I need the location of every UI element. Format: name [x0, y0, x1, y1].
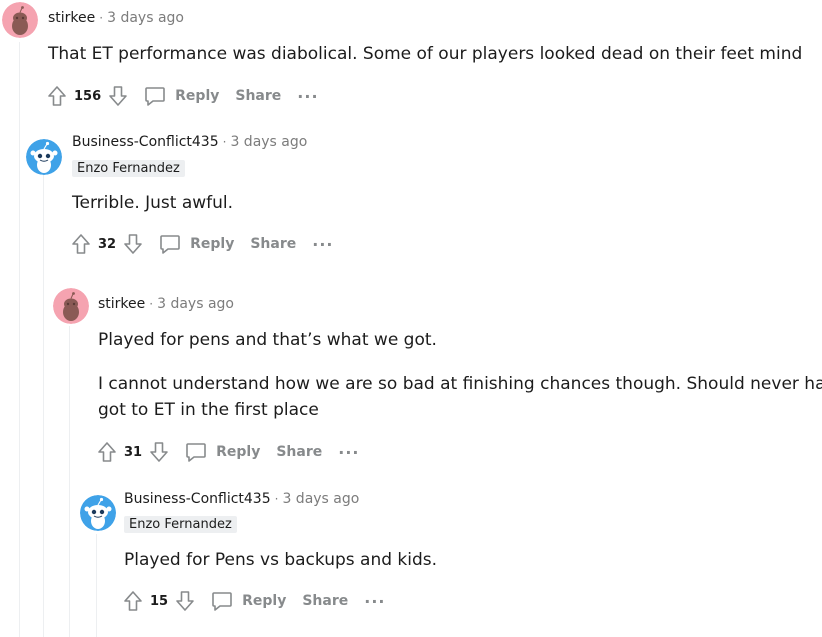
- thread-line-level-3[interactable]: [69, 326, 70, 637]
- separator-dot: ·: [222, 135, 227, 149]
- comment-paragraph: Played for Pens vs backups and kids.: [124, 550, 438, 570]
- ellipsis-icon[interactable]: ···: [364, 592, 385, 611]
- upvote-arrow-icon[interactable]: [46, 84, 68, 108]
- downvote-arrow-icon[interactable]: [148, 440, 170, 464]
- author-name[interactable]: stirkee: [98, 296, 145, 312]
- speech-bubble-icon[interactable]: [184, 440, 208, 464]
- snoo-avatar-icon: [80, 495, 116, 531]
- comment-meta: Business-Conflict435 · 3 days ago: [124, 491, 359, 507]
- ellipsis-icon[interactable]: ···: [312, 235, 333, 254]
- vote-count: 15: [150, 593, 169, 609]
- share-button[interactable]: Share: [250, 236, 296, 252]
- comment-meta: Business-Conflict435 · 3 days ago: [72, 134, 307, 150]
- reply-button[interactable]: Reply: [175, 88, 219, 104]
- comment-paragraph: Played for pens and that’s what we got.: [98, 330, 437, 350]
- comment-paragraph: got to ET in the first place: [98, 400, 319, 420]
- thread-line-level-2[interactable]: [43, 170, 44, 637]
- comment-actions: 15 Reply Share ···: [122, 587, 385, 615]
- share-button[interactable]: Share: [276, 444, 322, 460]
- downvote-arrow-icon[interactable]: [174, 589, 196, 613]
- share-button[interactable]: Share: [302, 593, 348, 609]
- comment-meta: stirkee · 3 days ago: [48, 10, 184, 26]
- comment-body: Played for pens and that’s what we got. …: [98, 327, 822, 423]
- separator-dot: ·: [274, 492, 279, 506]
- avatar[interactable]: [80, 495, 116, 531]
- ellipsis-icon[interactable]: ···: [338, 443, 359, 462]
- snoo-avatar-icon: [2, 2, 38, 38]
- comment-body: That ET performance was diabolical. Some…: [48, 41, 802, 67]
- share-button[interactable]: Share: [235, 88, 281, 104]
- comment-actions: 32 Reply Share ···: [70, 230, 333, 258]
- comment-paragraph: That ET performance was diabolical. Some…: [48, 44, 803, 64]
- author-name[interactable]: Business-Conflict435: [72, 134, 219, 150]
- avatar[interactable]: [26, 139, 62, 175]
- downvote-arrow-icon[interactable]: [107, 84, 129, 108]
- user-flair: Enzo Fernandez: [72, 160, 185, 177]
- vote-count: 32: [98, 236, 117, 252]
- timestamp[interactable]: 3 days ago: [282, 491, 359, 507]
- timestamp[interactable]: 3 days ago: [230, 134, 307, 150]
- avatar[interactable]: [2, 2, 38, 38]
- comment-body: Played for Pens vs backups and kids.: [124, 547, 437, 573]
- timestamp[interactable]: 3 days ago: [107, 10, 184, 26]
- ellipsis-icon[interactable]: ···: [297, 87, 318, 106]
- vote-count: 156: [74, 88, 102, 104]
- reply-button[interactable]: Reply: [190, 236, 234, 252]
- snoo-avatar-icon: [26, 139, 62, 175]
- upvote-arrow-icon[interactable]: [96, 440, 118, 464]
- speech-bubble-icon[interactable]: [158, 232, 182, 256]
- speech-bubble-icon[interactable]: [143, 84, 167, 108]
- comment-body: Terrible. Just awful.: [72, 190, 233, 216]
- comment-paragraph: Terrible. Just awful.: [72, 193, 234, 213]
- snoo-avatar-icon: [53, 288, 89, 324]
- thread-line-level-1[interactable]: [19, 42, 20, 637]
- comment-actions: 31 Reply Share ···: [96, 438, 359, 466]
- separator-dot: ·: [99, 11, 104, 25]
- comment-meta: stirkee · 3 days ago: [98, 296, 234, 312]
- thread-line-level-4[interactable]: [96, 534, 97, 637]
- separator-dot: ·: [149, 297, 154, 311]
- comment-paragraph: I cannot understand how we are so bad at…: [98, 374, 822, 394]
- reply-button[interactable]: Reply: [242, 593, 286, 609]
- upvote-arrow-icon[interactable]: [122, 589, 144, 613]
- avatar[interactable]: [53, 288, 89, 324]
- author-name[interactable]: stirkee: [48, 10, 95, 26]
- timestamp[interactable]: 3 days ago: [157, 296, 234, 312]
- downvote-arrow-icon[interactable]: [122, 232, 144, 256]
- speech-bubble-icon[interactable]: [210, 589, 234, 613]
- upvote-arrow-icon[interactable]: [70, 232, 92, 256]
- author-name[interactable]: Business-Conflict435: [124, 491, 271, 507]
- reply-button[interactable]: Reply: [216, 444, 260, 460]
- vote-count: 31: [124, 444, 143, 460]
- user-flair: Enzo Fernandez: [124, 516, 237, 533]
- comment-actions: 156 Reply Share ···: [46, 82, 319, 110]
